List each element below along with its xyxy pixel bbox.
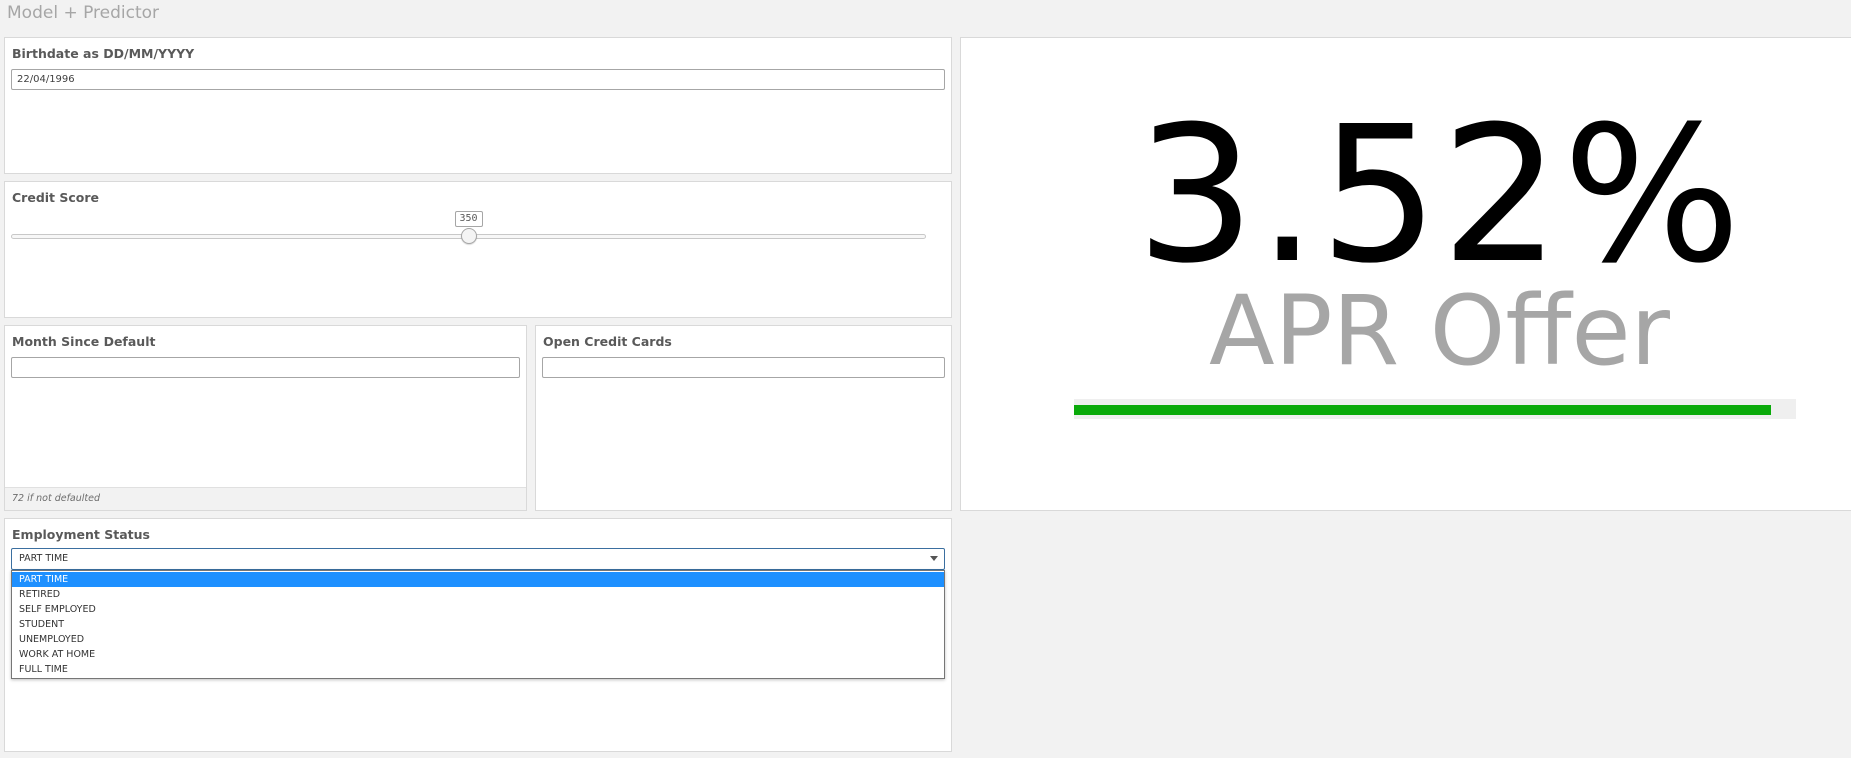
months-since-default-hint: 72 if not defaulted	[5, 487, 526, 510]
apr-label: APR Offer	[1208, 275, 1670, 387]
employment-status-dropdown: PART TIME RETIRED SELF EMPLOYED STUDENT UNEM…	[11, 570, 945, 679]
credit-score-panel: Credit Score	[4, 181, 952, 318]
months-since-default-label: Month Since Default	[12, 334, 156, 349]
employment-status-label: Employment Status	[12, 527, 150, 542]
dropdown-option[interactable]: SELF EMPLOYED	[12, 602, 944, 617]
app-title: Model + Predictor	[7, 3, 160, 23]
dropdown-option[interactable]: STUDENT	[12, 617, 944, 632]
credit-score-slider-thumb[interactable]	[460, 228, 477, 244]
dropdown-option[interactable]: RETIRED	[12, 587, 944, 602]
apr-value: 3.52%	[1135, 86, 1744, 305]
apr-gauge-track	[1074, 399, 1796, 419]
open-credit-cards-label: Open Credit Cards	[543, 334, 672, 349]
dropdown-option[interactable]: PART TIME	[12, 572, 944, 587]
employment-status-select[interactable]: PART TIME	[11, 548, 945, 570]
dropdown-option[interactable]: UNEMPLOYED	[12, 632, 944, 647]
birthdate-input[interactable]	[11, 69, 945, 90]
apr-kpi-panel: 3.52% APR Offer	[960, 37, 1851, 511]
birthdate-panel: Birthdate as DD/MM/YYYY	[4, 37, 952, 174]
employment-status-selected-value: PART TIME	[19, 553, 69, 564]
open-credit-cards-input[interactable]	[542, 357, 945, 378]
dropdown-option[interactable]: FULL TIME	[12, 662, 944, 677]
dropdown-option[interactable]: WORK AT HOME	[12, 647, 944, 662]
months-since-default-input[interactable]	[11, 357, 520, 378]
apr-gauge-fill	[1074, 405, 1771, 415]
months-since-default-panel: Month Since Default 72 if not defaulted	[4, 325, 527, 511]
chevron-down-icon	[930, 556, 938, 561]
open-credit-cards-panel: Open Credit Cards	[535, 325, 952, 511]
birthdate-label: Birthdate as DD/MM/YYYY	[12, 46, 195, 61]
credit-score-label: Credit Score	[12, 190, 100, 205]
credit-score-value-tooltip: 350	[454, 211, 483, 227]
